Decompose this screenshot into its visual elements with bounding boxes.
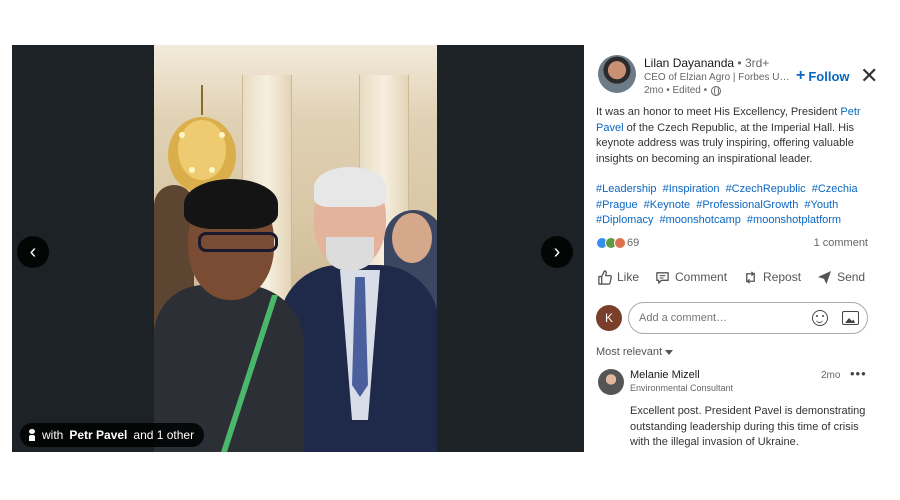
social-counts: 69 1 comment [596,235,874,251]
author-name[interactable]: Lilan Dayananda [644,56,734,70]
comment-timestamp: 2mo [821,370,841,381]
chevron-right-icon: › [553,240,561,263]
post-author: Lilan Dayananda • 3rd+ CEO of Elzian Agr… [596,55,878,105]
send-label: Send [837,270,866,284]
sort-label: Most relevant [596,346,663,358]
comment-item: Melanie Mizell Environmental Consultant … [596,366,874,452]
repost-icon [742,269,758,285]
hashtag[interactable]: #moonshotcamp [660,214,741,226]
comment-input[interactable] [628,302,868,334]
close-icon: ✕ [860,63,879,88]
commenter-avatar[interactable] [598,369,624,395]
image-icon[interactable] [842,311,859,325]
hashtag[interactable]: #Prague [596,199,638,211]
comment-label: Comment [675,270,728,284]
hashtag[interactable]: #Czechia [812,183,858,195]
hashtag[interactable]: #Inspiration [663,183,720,195]
commenter-title: Environmental Consultant [630,383,734,393]
author-name-row[interactable]: Lilan Dayananda • 3rd+ [644,56,769,70]
hashtag[interactable]: #Youth [804,199,838,211]
speech-bubble-icon [654,269,670,285]
post-text-after: of the Czech Republic, at the Imperial H… [596,121,855,165]
more-options-icon[interactable]: ••• [850,366,867,381]
hashtag[interactable]: #Diplomacy [596,214,653,226]
hashtag[interactable]: #Keynote [644,199,690,211]
current-user-avatar: K [596,305,622,331]
reaction-count[interactable]: 69 [627,237,639,249]
emoji-icon[interactable] [812,310,828,326]
caret-down-icon [665,349,674,355]
media-viewer: ‹ › with Petr Pavel and 1 other [12,45,584,452]
follow-label: Follow [808,68,850,84]
hashtag[interactable]: #CzechRepublic [726,183,806,195]
like-label: Like [617,270,640,284]
send-icon [816,269,832,285]
previous-image-button[interactable]: ‹ [17,236,49,268]
thumbs-up-icon [596,269,612,285]
reactions-summary[interactable] [596,237,626,249]
connection-degree: • 3rd+ [737,56,770,70]
hashtag[interactable]: #Leadership [596,183,657,195]
plus-icon: + [796,67,806,84]
post-timestamp: 2mo • Edited • [644,85,708,96]
like-button[interactable]: Like [596,265,639,289]
post-body: It was an honor to meet His Excellency, … [596,105,874,167]
post-text-before: It was an honor to meet His Excellency, … [596,106,841,118]
author-avatar[interactable] [598,55,636,93]
tagged-people-button[interactable]: with Petr Pavel and 1 other [20,423,205,447]
comment-composer: K [596,302,874,336]
globe-icon [711,85,722,96]
repost-label: Repost [763,270,802,284]
tag-person: Petr Pavel [69,428,128,442]
comment-text: Excellent post. President Pavel is demon… [630,405,866,448]
post-meta: 2mo • Edited • [644,85,722,96]
love-reaction-icon [614,237,626,249]
hashtag[interactable]: #ProfessionalGrowth [696,199,798,211]
comment-count[interactable]: 1 comment [814,237,868,249]
repost-button[interactable]: Repost [742,265,801,289]
post-photo[interactable] [154,45,437,452]
hashtag-list: #Leadership #Inspiration #CzechRepublic … [596,182,874,229]
post-actions: Like Comment Repost Send [596,265,874,289]
tag-prefix: with [42,428,64,442]
author-headline: CEO of Elzian Agro | Forbes Under 30 [644,72,794,83]
person-icon [28,429,36,441]
next-image-button[interactable]: › [541,236,573,268]
close-button[interactable]: ✕ [860,65,878,87]
commenter-name[interactable]: Melanie Mizell [630,369,700,381]
comment-sort-dropdown[interactable]: Most relevant [596,346,674,358]
follow-button[interactable]: + Follow [796,67,850,85]
comment-button[interactable]: Comment [654,265,727,289]
hashtag[interactable]: #moonshotplatform [747,214,841,226]
chevron-left-icon: ‹ [29,240,37,263]
post-panel: Lilan Dayananda • 3rd+ CEO of Elzian Agr… [596,45,878,452]
send-button[interactable]: Send [816,265,865,289]
tag-suffix: and 1 other [133,428,195,442]
